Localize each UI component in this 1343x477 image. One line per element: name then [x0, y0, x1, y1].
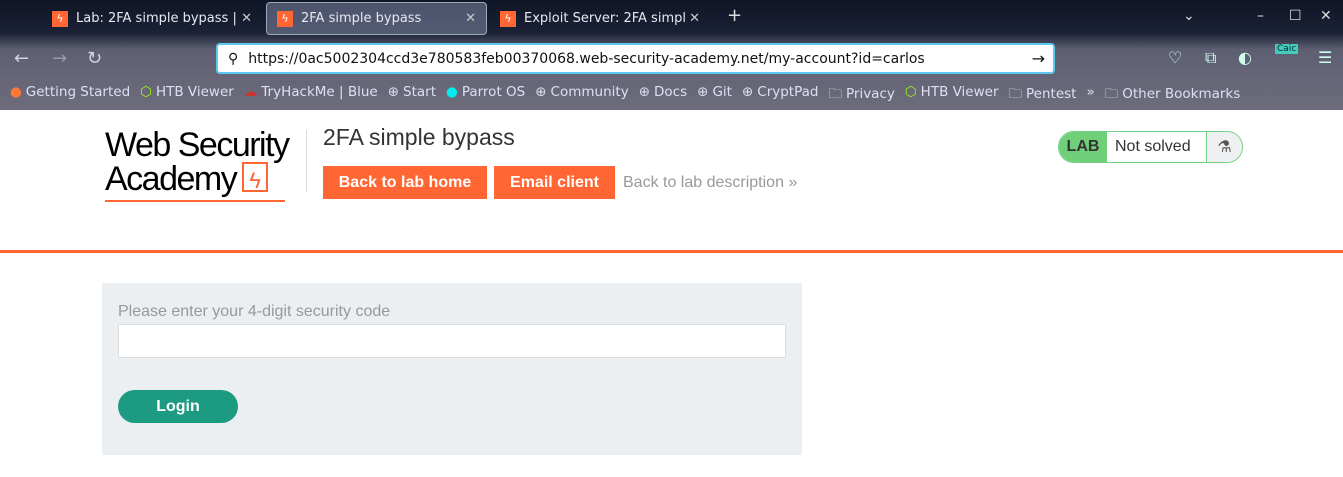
bolt-icon: ϟ [242, 162, 269, 193]
extensions-icon[interactable]: ⧉ [1205, 48, 1216, 68]
tab-exploit[interactable]: ϟ Exploit Server: 2FA simpl ✕ [490, 2, 710, 35]
chevron-right-icon: » [788, 174, 798, 191]
bookmark-folder[interactable]: 🗀 Other Bookmarks [1105, 84, 1241, 107]
web-security-academy-logo[interactable]: Web Security Academy ϟ [105, 128, 290, 202]
bookmark[interactable]: ⊕ CryptPad [742, 84, 819, 107]
forward-icon[interactable]: → [52, 48, 67, 69]
tab-label: 2FA simple bypass [301, 11, 422, 26]
close-tab-icon[interactable]: ✕ [241, 11, 252, 26]
bookmark-folder[interactable]: 🗀 Privacy [828, 84, 894, 107]
burp-bolt-icon: ϟ [500, 10, 516, 27]
tab-list-icon[interactable]: ⌄ [1183, 8, 1195, 24]
menu-icon[interactable]: ☰ [1318, 48, 1332, 67]
search-icon: ⚲ [228, 50, 239, 67]
divider [306, 130, 307, 192]
bookmarks-bar: ● Getting Started ⬡ HTB Viewer ☁ TryHackMe … [10, 84, 1240, 107]
security-code-label: Please enter your 4-digit security code [118, 303, 391, 320]
url-bar[interactable]: ⚲ https://0ac5002304ccd3e780583feb0037006… [216, 43, 1055, 74]
close-tab-icon[interactable]: ✕ [465, 11, 476, 26]
burp-bolt-icon: ϟ [52, 10, 68, 27]
tab-2fa[interactable]: ϟ 2FA simple bypass ✕ [266, 2, 487, 35]
minimize-icon[interactable]: – [1257, 8, 1264, 24]
login-button[interactable]: Login [118, 390, 238, 423]
lab-status-badge: LAB Not solved ⚗ [1058, 131, 1243, 163]
tab-label: Exploit Server: 2FA simpl [524, 11, 686, 26]
lab-status: Not solved [1115, 138, 1191, 155]
reload-icon[interactable]: ↻ [87, 48, 102, 69]
pocket-icon[interactable]: ♡ [1168, 48, 1182, 67]
maximize-icon[interactable]: ☐ [1289, 8, 1302, 24]
bookmark[interactable]: ⊕ Community [535, 84, 628, 107]
more-bookmarks-icon[interactable]: » [1086, 84, 1094, 107]
close-tab-icon[interactable]: ✕ [689, 11, 700, 26]
tab-label: Lab: 2FA simple bypass | [76, 11, 237, 26]
bookmark[interactable]: ● Parrot OS [446, 84, 525, 107]
tab-lab[interactable]: ϟ Lab: 2FA simple bypass | ✕ [42, 2, 262, 35]
bookmark-folder[interactable]: 🗀 Pentest [1009, 84, 1077, 107]
flask-icon: ⚗ [1206, 132, 1242, 162]
lab-title: 2FA simple bypass [323, 124, 515, 150]
bookmark[interactable]: ⊕ Start [388, 84, 436, 107]
security-code-input[interactable] [118, 324, 786, 358]
burp-bolt-icon: ϟ [277, 10, 293, 27]
bookmark[interactable]: ⊕ Docs [639, 84, 687, 107]
browser-chrome: ϟ Lab: 2FA simple bypass | ✕ ϟ 2FA simple b… [0, 0, 1343, 110]
security-code-form: Please enter your 4-digit security code … [102, 283, 802, 455]
bookmark[interactable]: ● Getting Started [10, 84, 130, 107]
extension-badge[interactable]: Caic [1275, 44, 1299, 54]
back-icon[interactable]: ← [14, 48, 29, 69]
bookmark[interactable]: ⊕ Git [697, 84, 732, 107]
email-client-button[interactable]: Email client [494, 166, 615, 199]
lab-label: LAB [1059, 132, 1107, 162]
bookmark[interactable]: ☁ TryHackMe | Blue [244, 84, 378, 107]
back-to-lab-home-button[interactable]: Back to lab home [323, 166, 487, 199]
url-text: https://0ac5002304ccd3e780583feb00370068… [248, 50, 925, 67]
new-tab-icon[interactable]: + [727, 5, 742, 26]
back-to-lab-description-link[interactable]: Back to lab description » [623, 174, 797, 192]
lab-header: Web Security Academy ϟ 2FA simple bypass B… [0, 110, 1343, 253]
close-window-icon[interactable]: ✕ [1320, 8, 1332, 24]
bookmark[interactable]: ⬡ HTB Viewer [140, 84, 234, 107]
extension-icon[interactable]: ◐ [1238, 48, 1252, 67]
bookmark[interactable]: ⬡ HTB Viewer [905, 84, 999, 107]
go-arrow-icon[interactable]: → [1032, 49, 1045, 68]
